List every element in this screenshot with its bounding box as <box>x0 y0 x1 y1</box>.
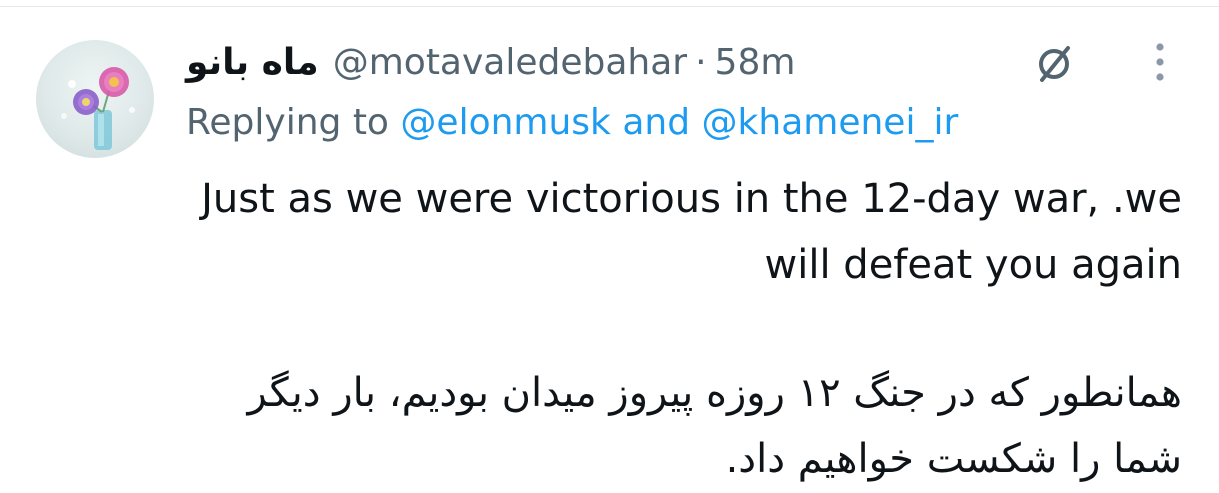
timestamp[interactable]: 58m <box>715 42 796 83</box>
mention-link[interactable]: @elonmusk <box>400 102 610 143</box>
tweet-header: ماه بانو @motavaledebahar · 58m <box>186 38 795 86</box>
replying-to: Replying to @elonmusk and @khamenei_ir <box>186 102 958 143</box>
tweet[interactable]: ماه بانو @motavaledebahar · 58m Replying… <box>0 0 1219 493</box>
separator: · <box>695 41 707 83</box>
slashed-circle-icon[interactable] <box>1030 40 1078 88</box>
replying-prefix: Replying to <box>186 102 389 143</box>
mention-link[interactable]: @khamenei_ir <box>702 102 959 143</box>
avatar[interactable] <box>36 40 154 158</box>
reply-conjunction: and <box>622 102 691 143</box>
more-vertical-icon[interactable] <box>1148 40 1172 84</box>
tweet-text-persian: همانطور که در جنگ ۱۲ روزه پیروز میدان بو… <box>247 370 1182 482</box>
tweet-text-english: Just as we were victorious in the 12-day… <box>201 176 1182 288</box>
display-name[interactable]: ماه بانو <box>186 42 319 83</box>
handle[interactable]: @motavaledebahar <box>333 42 687 83</box>
